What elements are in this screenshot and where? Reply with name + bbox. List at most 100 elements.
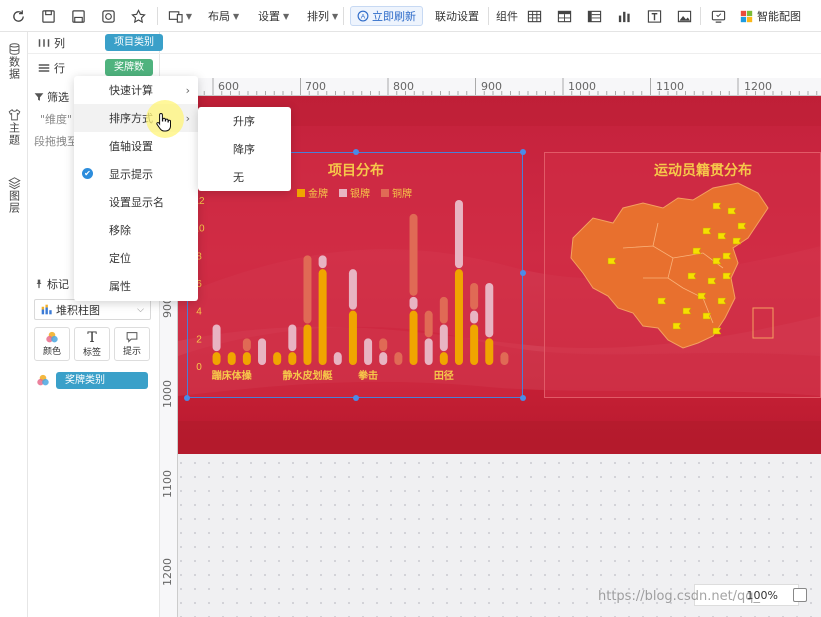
shelf-divider — [28, 53, 821, 54]
label-mark-button[interactable]: T 标签 — [74, 327, 110, 361]
sort-option-none[interactable]: 无 — [198, 163, 291, 191]
save-as-icon[interactable] — [68, 6, 88, 26]
rail-layers-label: 图层 — [7, 190, 21, 214]
columns-label: 列 — [54, 37, 65, 50]
ruler-label: 1000 — [161, 380, 174, 408]
layers-icon — [7, 177, 21, 190]
menu-item-show-tooltip[interactable]: ✔ 显示提示 — [74, 160, 198, 188]
resize-handle[interactable] — [184, 395, 190, 401]
refresh-now-button[interactable]: A 立即刷新 — [350, 6, 423, 26]
rail-data-label: 数据 — [7, 56, 21, 80]
resize-handle[interactable] — [520, 395, 526, 401]
ruler-label: 700 — [305, 80, 326, 93]
resize-handle[interactable] — [353, 149, 359, 155]
menu-item-set-display-name[interactable]: 设置显示名 — [74, 188, 198, 216]
rows-icon — [38, 64, 50, 72]
marks-section-header: 标记 — [34, 276, 69, 292]
menu-item-remove[interactable]: 移除 — [74, 216, 198, 244]
rows-field-pill[interactable]: 奖牌数 — [105, 59, 153, 76]
save-icon[interactable] — [38, 6, 58, 26]
screen-icon[interactable] — [708, 6, 728, 26]
ruler-label: 1000 — [568, 80, 596, 93]
star-icon[interactable] — [128, 6, 148, 26]
map-flag-icon — [712, 327, 722, 335]
china-map — [570, 182, 774, 349]
rail-tab-layers[interactable]: 图层 — [3, 176, 25, 214]
pin-icon — [36, 279, 42, 289]
color-mark-button[interactable]: 颜色 — [34, 327, 70, 361]
menu-item-locate[interactable]: 定位 — [74, 244, 198, 272]
rows-shelf-header: 行 — [38, 60, 65, 76]
menu-item-properties[interactable]: 属性 — [74, 272, 198, 300]
menu-item-label: 定位 — [109, 252, 131, 265]
color-field-pill[interactable]: 奖牌类别 — [56, 372, 148, 389]
layout-menu[interactable]: 布局 ▼ — [208, 6, 239, 26]
marks-label: 标记 — [47, 278, 69, 291]
menu-item-label: 值轴设置 — [109, 140, 153, 153]
chevron-down-icon: ▼ — [283, 11, 290, 21]
sort-option-descending[interactable]: 降序 — [198, 135, 291, 163]
tooltip-mark-button[interactable]: 提示 — [114, 327, 150, 361]
menu-item-quick-calc[interactable]: 快速计算 › — [74, 76, 198, 104]
hand-cursor-icon — [156, 112, 171, 132]
resize-handle[interactable] — [520, 149, 526, 155]
chevron-down-icon: ▼ — [185, 11, 193, 21]
menu-item-label: 设置显示名 — [109, 196, 164, 209]
refresh-icon[interactable] — [8, 6, 28, 26]
svg-text:A: A — [361, 14, 366, 21]
windows-grid-icon — [740, 10, 753, 22]
bar-chart-icon[interactable] — [614, 6, 634, 26]
ruler-label: 1200 — [161, 558, 174, 586]
sort-option-ascending[interactable]: 升序 — [198, 107, 291, 135]
toolbar-divider — [343, 7, 344, 25]
dimension-placeholder: "维度" — [40, 113, 73, 126]
columns-icon — [38, 39, 50, 47]
fit-screen-icon[interactable] — [793, 588, 807, 602]
toolbar-divider — [488, 7, 489, 25]
linkage-settings-button[interactable]: 联动设置 — [435, 6, 479, 26]
table-icon[interactable] — [524, 6, 544, 26]
arrange-label: 排列 — [307, 10, 329, 23]
speech-bubble-icon — [126, 332, 138, 343]
arrange-menu[interactable]: 排列 ▼ — [307, 6, 338, 26]
watermark-text: https://blog.csdn.net/qq_ — [598, 589, 761, 604]
shirt-icon — [8, 109, 20, 121]
database-icon — [9, 43, 19, 55]
stacked-bar-icon — [41, 304, 52, 315]
tooltip-mark-label: 提示 — [122, 347, 141, 357]
rows-label: 行 — [54, 62, 65, 75]
filter-section-header: 筛选 — [34, 89, 69, 105]
chart-type-value: 堆积柱图 — [56, 303, 100, 317]
columns-field-pill[interactable]: 项目类别 — [105, 34, 163, 51]
smart-chart-label: 智能配图 — [757, 10, 801, 23]
t-letter-icon: T — [87, 329, 97, 346]
ruler-label: 600 — [218, 80, 239, 93]
horizontal-ruler: 600 700 800 900 1000 1100 1200 — [178, 78, 821, 96]
ruler-label: 1200 — [744, 80, 772, 93]
menu-item-axis-settings[interactable]: 值轴设置 — [74, 132, 198, 160]
a-circle-icon: A — [357, 10, 369, 22]
device-preview-dropdown[interactable]: ▼ — [166, 6, 194, 26]
chevron-right-icon: › — [185, 111, 190, 125]
rail-tab-data[interactable]: 数据 — [3, 42, 25, 80]
settings-menu[interactable]: 设置 ▼ — [258, 6, 289, 26]
smart-chart-button[interactable]: 智能配图 — [740, 6, 801, 26]
crosstab-icon[interactable] — [554, 6, 574, 26]
preview-icon[interactable] — [98, 6, 118, 26]
chart-type-select[interactable]: 堆积柱图 ⌵ — [34, 299, 151, 320]
rail-tab-theme[interactable]: 主题 — [3, 108, 25, 146]
layout-label: 布局 — [208, 10, 230, 23]
text-box-icon[interactable] — [644, 6, 664, 26]
freeform-table-icon[interactable] — [584, 6, 604, 26]
map-title: 运动员籍贯分布 — [654, 163, 752, 179]
ruler-label: 900 — [481, 80, 502, 93]
left-rail: 数据 主题 图层 — [0, 32, 28, 617]
color-mark-label: 颜色 — [42, 347, 61, 357]
resize-handle[interactable] — [520, 270, 526, 276]
top-toolbar: ▼ 布局 ▼ 设置 ▼ 排列 ▼ A 立即刷新 联动设置 组件 智能配图 — [0, 0, 821, 32]
image-icon[interactable] — [674, 6, 694, 26]
resize-handle[interactable] — [353, 395, 359, 401]
menu-item-label: 快速计算 — [109, 84, 153, 97]
toolbar-divider — [157, 7, 158, 25]
menu-item-label: 显示提示 — [109, 168, 153, 181]
